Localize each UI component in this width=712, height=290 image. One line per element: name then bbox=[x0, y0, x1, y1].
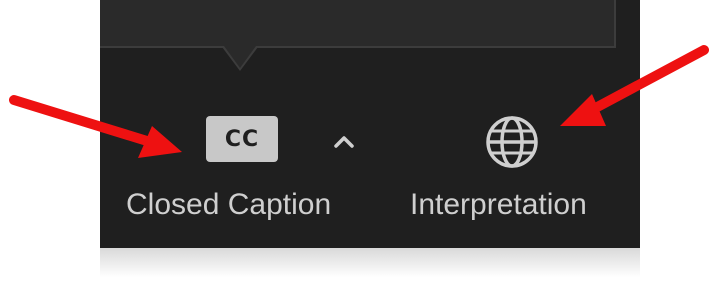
closed-caption-label: Closed Caption bbox=[126, 188, 332, 221]
closed-caption-button[interactable]: CC Closed Caption bbox=[120, 100, 370, 230]
interpretation-button[interactable]: Interpretation bbox=[404, 100, 634, 230]
closed-caption-options-button[interactable] bbox=[326, 126, 362, 156]
tooltip-popup bbox=[100, 0, 616, 48]
interpretation-label: Interpretation bbox=[410, 188, 587, 221]
tooltip-pointer bbox=[224, 46, 256, 68]
globe-icon bbox=[486, 116, 538, 168]
closed-caption-icon: CC bbox=[206, 116, 278, 162]
chevron-up-icon bbox=[334, 136, 354, 148]
bottom-edge-fade bbox=[100, 248, 640, 290]
screenshot-stage: CC Closed Caption Interpretation bbox=[0, 0, 712, 290]
